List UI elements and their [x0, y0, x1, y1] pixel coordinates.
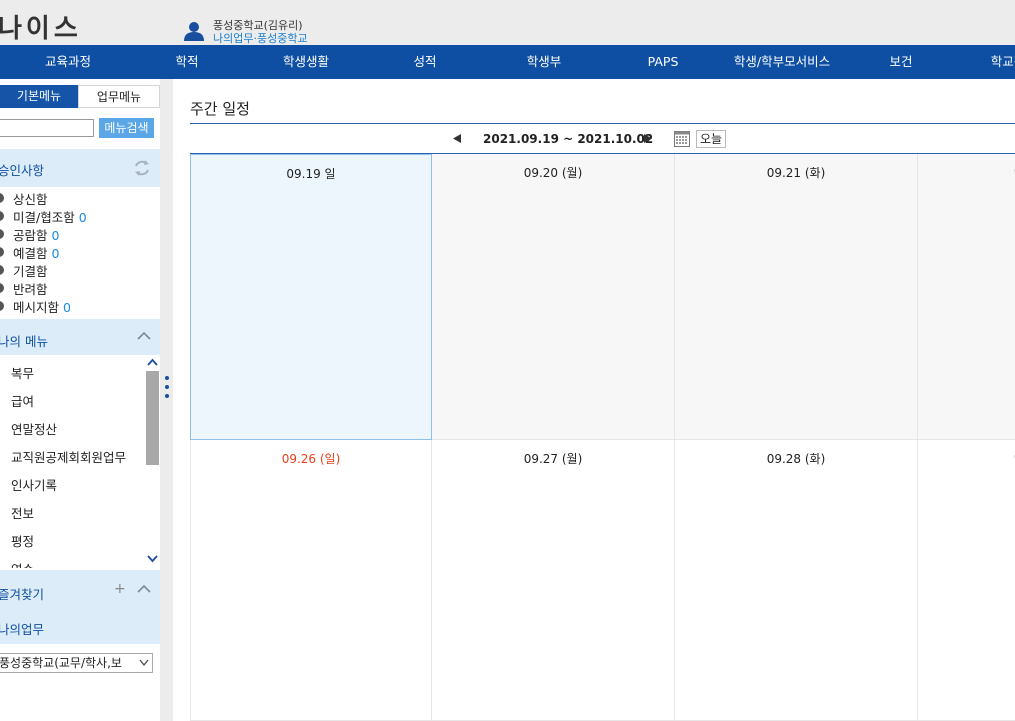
arrow-bullet-icon	[0, 301, 4, 311]
menu-item-teachers-mutual-aid[interactable]: 교직원공제회회원업무	[11, 447, 126, 466]
day-label: 09.20 (월)	[523, 166, 583, 180]
approval-panel-header: 승인사항	[0, 149, 160, 187]
day-cell[interactable]: 0	[918, 154, 1015, 440]
arrow-bullet-icon	[0, 283, 4, 293]
menu-item-evaluation[interactable]: 평정	[11, 531, 34, 550]
nav-item-grades[interactable]: 성적	[413, 45, 436, 79]
arrow-bullet-icon	[0, 193, 4, 203]
menu-item-year-end-tax[interactable]: 연말정산	[11, 419, 57, 438]
week-calendar-grid: 09.19 일 09.20 (월) 09.21 (화) 0 09.26 (일) …	[190, 154, 1015, 721]
refresh-icon[interactable]	[132, 158, 152, 178]
triangle-left-icon[interactable]	[453, 134, 461, 143]
day-cell[interactable]: 09.26 (일)	[190, 440, 432, 721]
my-menu-title: 나의 메뉴	[0, 334, 48, 349]
day-cell[interactable]: 09.21 (화)	[675, 154, 918, 440]
nav-item-student-parent-service[interactable]: 학생/학부모서비스	[734, 45, 830, 79]
school-select[interactable]: 풍성중학교(교무/학사,보	[0, 653, 153, 673]
nav-item-student-record[interactable]: 학생부	[527, 45, 562, 79]
scroll-down-icon[interactable]	[146, 552, 159, 565]
menu-item-training[interactable]: 연수	[11, 559, 34, 568]
day-cell[interactable]: 09.28 (화)	[675, 440, 918, 721]
arrow-bullet-icon	[0, 211, 4, 221]
main-nav: 교육과정 학적 학생생활 성적 학생부 PAPS 학생/학부모서비스 보건 학교…	[0, 45, 1015, 79]
scroll-thumb[interactable]	[146, 371, 159, 465]
menu-item-service[interactable]: 복무	[11, 363, 34, 382]
tab-basic-menu[interactable]: 기본메뉴	[0, 85, 78, 108]
main-content: 주간 일정 2021.09.19 ~ 2021.10.02 오늘 09.19 일…	[173, 79, 1015, 721]
arrow-bullet-icon	[0, 229, 4, 239]
sidebar-tabs: 기본메뉴 업무메뉴	[0, 85, 160, 108]
menu-item-transfer[interactable]: 전보	[11, 503, 34, 522]
triangle-right-icon[interactable]	[644, 134, 652, 143]
favorites-header[interactable]: 즐겨찾기 +	[0, 570, 160, 610]
day-cell[interactable]: 09.19 일	[190, 154, 432, 440]
day-label: 09.21 (화)	[766, 166, 826, 180]
week-range-text: 2021.09.19 ~ 2021.10.02	[483, 132, 654, 146]
day-label: 09.27 (월)	[523, 452, 583, 466]
nav-item-curriculum[interactable]: 교육과정	[45, 45, 91, 79]
my-work-title: 나의업무	[0, 622, 45, 637]
menu-item-salary[interactable]: 급여	[11, 391, 34, 410]
calendar-icon[interactable]	[674, 131, 690, 147]
approval-title: 승인사항	[0, 163, 45, 178]
nav-item-paps[interactable]: PAPS	[648, 45, 679, 79]
user-icon	[184, 22, 204, 41]
day-label: 09.19 일	[286, 167, 336, 181]
day-cell[interactable]: 09.27 (월)	[432, 440, 675, 721]
favorites-title: 즐겨찾기	[0, 587, 45, 602]
chevron-up-icon[interactable]	[137, 331, 151, 341]
chevron-down-icon	[139, 659, 149, 667]
nav-item-registry[interactable]: 학적	[175, 45, 198, 79]
arrow-bullet-icon	[0, 265, 4, 275]
menu-search-input[interactable]	[0, 119, 94, 137]
my-work-header[interactable]: 나의업무	[0, 610, 160, 644]
school-select-value: 풍성중학교(교무/학사,보	[0, 656, 122, 670]
menu-search-button[interactable]: 메뉴검색	[99, 118, 154, 138]
day-cell[interactable]: 0	[918, 440, 1015, 721]
sidebar: 기본메뉴 업무메뉴 메뉴검색 승인사항 상신함 미결/협조함 0 공람함 0 예결함…	[0, 79, 160, 721]
my-menu-header[interactable]: 나의 메뉴	[0, 319, 160, 355]
my-menu-list: 복무 급여 연말정산 교직원공제회회원업무 인사기록 전보 평정 연수	[0, 356, 145, 568]
app-header: 나이스 풍성중학교(김유리) 나의업무·풍성중학교	[0, 0, 1015, 45]
menu-scrollbar[interactable]	[145, 356, 160, 568]
app-logo[interactable]: 나이스	[0, 8, 82, 45]
plus-icon[interactable]: +	[114, 581, 126, 597]
day-label: 09.26 (일)	[281, 452, 341, 466]
arrow-bullet-icon	[0, 247, 4, 257]
week-range-bar: 2021.09.19 ~ 2021.10.02 오늘	[190, 123, 1015, 154]
day-label: 09.28 (화)	[766, 452, 826, 466]
day-cell[interactable]: 09.20 (월)	[432, 154, 675, 440]
nav-item-health[interactable]: 보건	[889, 45, 912, 79]
menu-item-personnel-record[interactable]: 인사기록	[11, 475, 57, 494]
nav-item-principal[interactable]: 학교장	[991, 45, 1015, 79]
sidebar-splitter-handle[interactable]	[164, 375, 170, 399]
user-workplace-link[interactable]: 나의업무·풍성중학교	[213, 30, 308, 46]
chevron-up-icon[interactable]	[137, 584, 151, 594]
tab-work-menu[interactable]: 업무메뉴	[78, 85, 160, 108]
scroll-up-icon[interactable]	[146, 356, 159, 369]
nav-item-student-life[interactable]: 학생생활	[283, 45, 329, 79]
page-title: 주간 일정	[190, 100, 250, 118]
today-button[interactable]: 오늘	[696, 130, 726, 148]
